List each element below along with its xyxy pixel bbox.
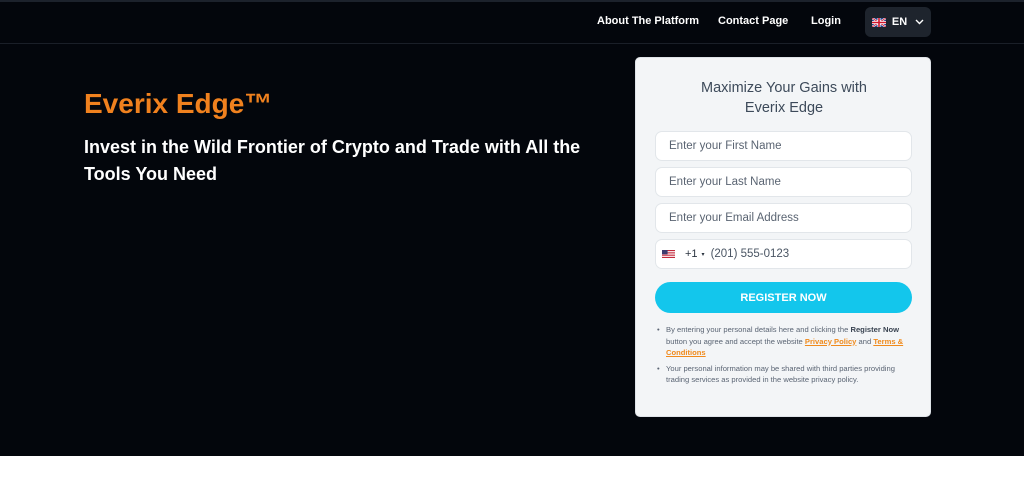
country-code-selector[interactable]: +1 ▾ bbox=[656, 240, 705, 268]
language-code: EN bbox=[891, 16, 908, 28]
nav-login-link[interactable]: Login bbox=[811, 15, 841, 27]
landing-page: About The Platform Contact Page Login EN bbox=[0, 0, 1024, 481]
form-title-line-1: Maximize Your Gains with bbox=[700, 80, 867, 96]
top-navbar: About The Platform Contact Page Login EN bbox=[0, 2, 1024, 44]
us-flag-icon bbox=[662, 250, 675, 258]
chevron-down-icon bbox=[915, 17, 924, 27]
register-now-button[interactable]: REGISTER NOW bbox=[655, 282, 912, 313]
hero-headline: Invest in the Wild Frontier of Crypto an… bbox=[84, 137, 581, 184]
disclaimer-list: By entering your personal details here a… bbox=[655, 324, 912, 390]
registration-form: Maximize Your Gains with Everix Edge Ent… bbox=[635, 57, 931, 417]
last-name-input[interactable] bbox=[655, 167, 912, 197]
uk-flag-icon bbox=[871, 17, 886, 27]
brand-title: Everix Edge™ bbox=[84, 88, 273, 119]
phone-input[interactable] bbox=[710, 248, 881, 260]
disclaimer-sharing: Your personal information may be shared … bbox=[655, 363, 912, 386]
nav-contact-link[interactable]: Contact Page bbox=[718, 15, 788, 27]
language-selector[interactable]: EN bbox=[865, 7, 931, 37]
phone-field: +1 ▾ bbox=[655, 239, 912, 269]
nav-about-link[interactable]: About The Platform bbox=[597, 15, 699, 27]
privacy-policy-link[interactable]: Privacy Policy bbox=[805, 337, 857, 346]
hero-section: About The Platform Contact Page Login EN bbox=[0, 0, 1024, 456]
email-input[interactable] bbox=[655, 203, 912, 233]
first-name-input[interactable] bbox=[655, 131, 912, 161]
form-title-line-2: Everix Edge bbox=[744, 100, 824, 116]
disclaimer-consent: By entering your personal details here a… bbox=[655, 324, 912, 359]
form-title: Maximize Your Gains with Everix Edge bbox=[636, 78, 932, 118]
country-code: +1 bbox=[685, 248, 698, 260]
caret-down-icon: ▾ bbox=[701, 251, 705, 258]
